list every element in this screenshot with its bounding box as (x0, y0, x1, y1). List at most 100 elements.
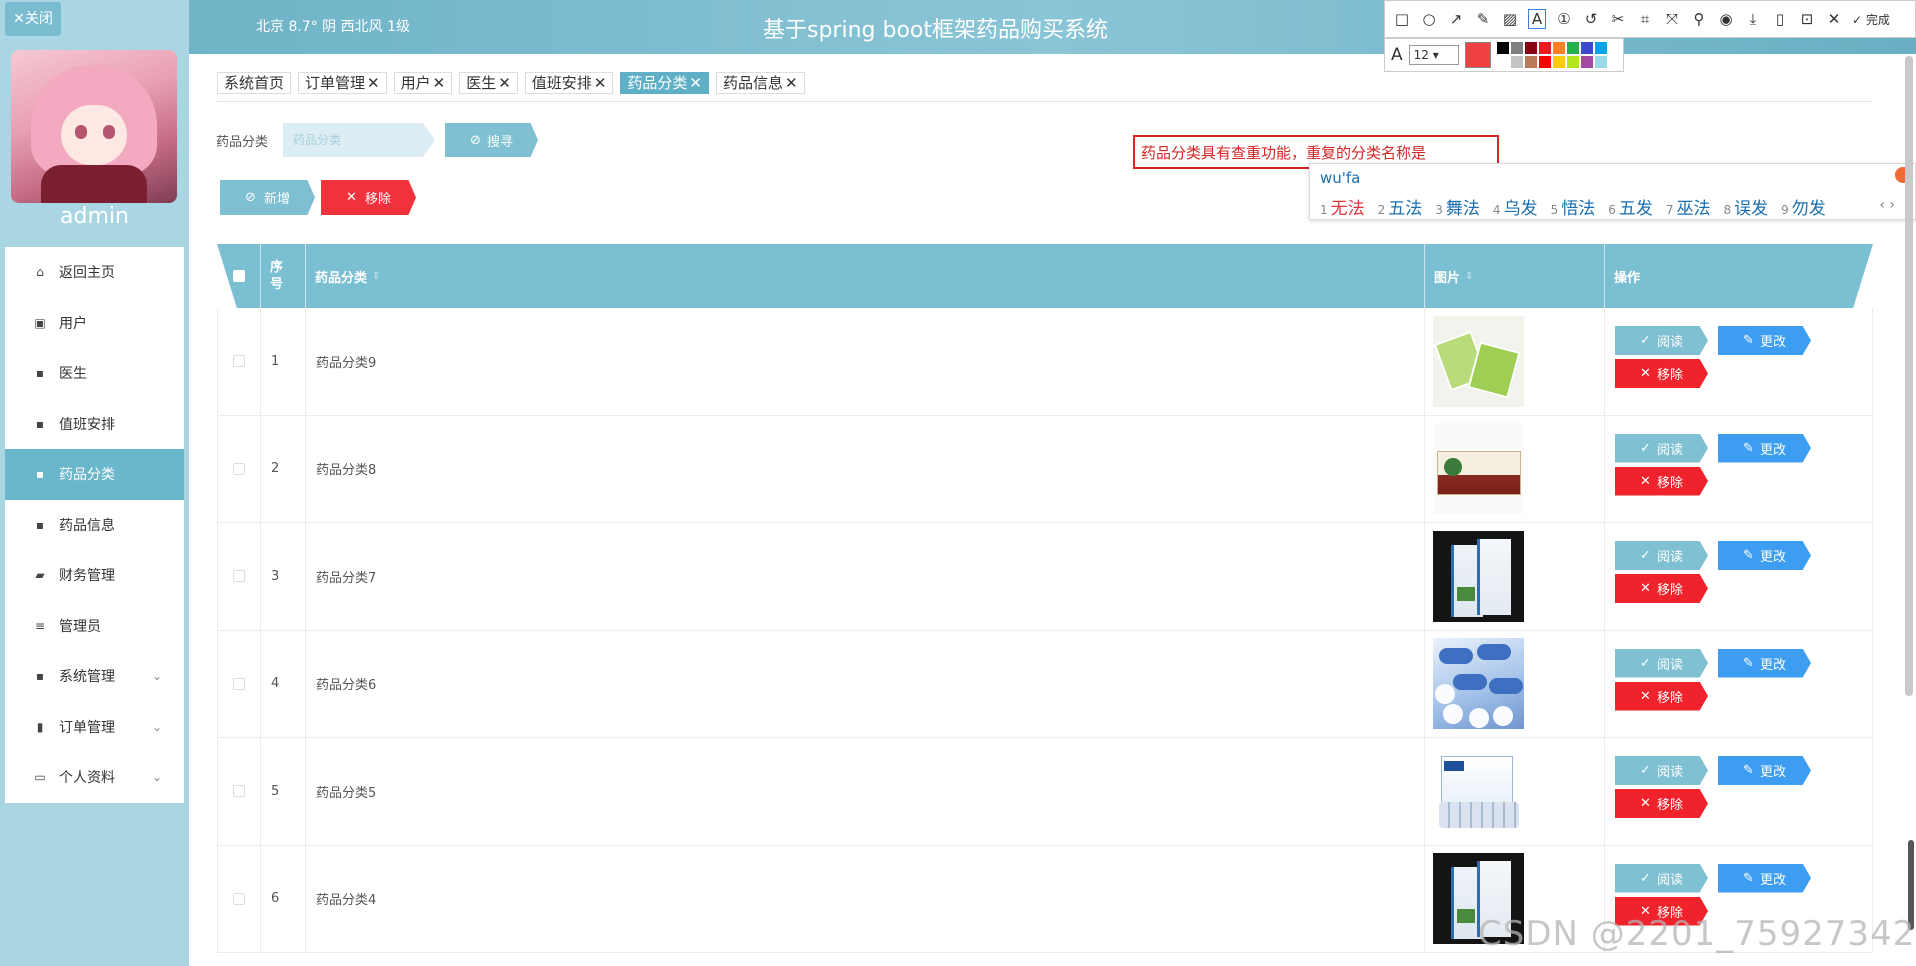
delete-button[interactable]: ✕ 移除 (321, 180, 416, 215)
row-checkbox[interactable] (233, 677, 245, 690)
undo-icon[interactable]: ↺ (1582, 10, 1600, 28)
delete-button[interactable]: ✕ 移除 (1615, 359, 1708, 388)
color-swatch[interactable] (1594, 56, 1607, 68)
mosaic-tool-icon[interactable]: ▨ (1501, 10, 1519, 28)
view-button[interactable]: ✓ 阅读 (1615, 863, 1708, 893)
color-swatch[interactable] (1524, 56, 1537, 68)
sidebar-item-6[interactable]: ▰ 财务管理 (5, 550, 184, 601)
header-image[interactable]: 图片 ⇕ (1425, 244, 1605, 308)
tab-2[interactable]: 用户 ✕ (393, 72, 453, 94)
edit-button[interactable]: ✎ 更改 (1718, 648, 1811, 678)
edit-button[interactable]: ✎ 更改 (1718, 756, 1811, 785)
sort-icon[interactable]: ⇕ (372, 271, 380, 282)
arrow-tool-icon[interactable]: ↗ (1447, 10, 1465, 28)
scissors-icon[interactable]: ✂ (1609, 10, 1627, 28)
cancel-icon[interactable]: ✕ (1825, 10, 1843, 28)
color-swatch[interactable] (1552, 56, 1565, 68)
tab-4[interactable]: 值班安排 ✕ (524, 72, 614, 94)
next-page-icon[interactable]: ‹ › (1879, 197, 1895, 213)
select-all-checkbox[interactable] (232, 270, 245, 282)
phone-icon[interactable]: ▯ (1771, 10, 1789, 28)
ime-candidate[interactable]: 9 勿发 (1781, 194, 1826, 219)
color-swatch[interactable] (1552, 42, 1565, 54)
ime-candidate[interactable]: 6 五发 (1608, 194, 1653, 219)
color-swatch[interactable] (1580, 56, 1593, 68)
close-tab-icon[interactable]: ✕ (594, 74, 607, 92)
ime-candidate[interactable]: 2 五法 (1378, 194, 1423, 219)
row-checkbox[interactable] (233, 570, 245, 583)
edit-button[interactable]: ✎ 更改 (1718, 541, 1811, 570)
chevron-down-icon[interactable]: ⌄ (152, 720, 162, 734)
delete-button[interactable]: ✕ 移除 (1615, 681, 1708, 711)
number-tool-icon[interactable]: ① (1555, 10, 1573, 28)
sidebar-item-8[interactable]: ▪ 系统管理 ⌄ (5, 651, 184, 702)
ellipse-tool-icon[interactable]: ○ (1420, 10, 1438, 28)
search-button[interactable]: ⊘ 搜寻 (445, 123, 538, 157)
sidebar-item-4[interactable]: ▪ 药品分类 (5, 449, 184, 500)
close-tab-icon[interactable]: ✕ (689, 74, 702, 92)
rectangle-tool-icon[interactable]: □ (1393, 10, 1411, 28)
category-search-input[interactable] (283, 123, 435, 157)
view-button[interactable]: ✓ 阅读 (1615, 326, 1708, 355)
sidebar-item-5[interactable]: ▪ 药品信息 (5, 500, 184, 551)
sidebar-item-1[interactable]: ▣ 用户 (5, 298, 184, 349)
close-sidebar-button[interactable]: ✕关闭 (5, 2, 61, 36)
close-tab-icon[interactable]: ✕ (498, 74, 511, 92)
header-select-all[interactable] (217, 244, 261, 308)
view-button[interactable]: ✓ 阅读 (1615, 541, 1708, 570)
font-size-select[interactable]: 12 ▾ (1408, 45, 1459, 65)
sidebar-item-9[interactable]: ▮ 订单管理 ⌄ (5, 702, 184, 753)
tab-5[interactable]: 药品分类 ✕ (620, 72, 709, 94)
sidebar-item-0[interactable]: ⌂ 返回主页 (5, 247, 184, 298)
chevron-down-icon[interactable]: ⌄ (152, 669, 162, 683)
expand-icon[interactable]: ⤧ (1663, 10, 1681, 28)
color-swatch[interactable] (1580, 42, 1593, 54)
edit-button[interactable]: ✎ 更改 (1718, 433, 1811, 463)
text-tool-icon[interactable]: A (1528, 9, 1546, 29)
edit-button[interactable]: ✎ 更改 (1718, 863, 1811, 893)
ime-candidate[interactable]: 5 悟法 (1551, 194, 1596, 219)
color-swatch[interactable] (1524, 42, 1537, 54)
close-tab-icon[interactable]: ✕ (433, 74, 446, 92)
header-category[interactable]: 药品分类 ⇕ (306, 244, 1425, 308)
sidebar-item-3[interactable]: ▪ 值班安排 (5, 399, 184, 450)
medicine-image[interactable] (1433, 315, 1524, 407)
sidebar-item-10[interactable]: ▭ 个人资料 ⌄ (5, 752, 184, 803)
view-button[interactable]: ✓ 阅读 (1615, 648, 1708, 678)
sidebar-item-2[interactable]: ▪ 医生 (5, 348, 184, 399)
tab-6[interactable]: 药品信息 ✕ (715, 72, 805, 94)
view-button[interactable]: ✓ 阅读 (1615, 433, 1708, 463)
color-swatch[interactable] (1566, 42, 1579, 54)
selected-color-swatch[interactable] (1464, 42, 1491, 68)
ime-candidate[interactable]: 4 乌发 (1493, 194, 1538, 219)
chevron-down-icon[interactable]: ⌄ (152, 770, 162, 784)
sidebar-item-7[interactable]: ≡ 管理员 (5, 601, 184, 652)
view-button[interactable]: ✓ 阅读 (1615, 756, 1708, 785)
color-swatch[interactable] (1510, 56, 1523, 68)
record-icon[interactable]: ◉ (1717, 10, 1735, 28)
pen-tool-icon[interactable]: ✎ (1474, 10, 1492, 28)
medicine-image[interactable] (1433, 530, 1524, 622)
medicine-image[interactable] (1433, 745, 1524, 837)
scrollbar[interactable] (1905, 56, 1913, 696)
ime-candidate[interactable]: 3 舞法 (1435, 194, 1480, 219)
color-swatch[interactable] (1538, 56, 1551, 68)
download-icon[interactable]: ⤓ (1744, 10, 1762, 28)
ime-candidate[interactable]: 8 误发 (1723, 194, 1768, 219)
delete-button[interactable]: ✕ 移除 (1615, 789, 1708, 818)
add-button[interactable]: ⊘ 新增 (220, 180, 315, 215)
ime-candidate[interactable]: 7 巫法 (1666, 194, 1711, 219)
color-swatch[interactable] (1496, 42, 1509, 54)
sort-icon[interactable]: ⇕ (1465, 271, 1473, 282)
edit-button[interactable]: ✎ 更改 (1718, 326, 1811, 355)
delete-button[interactable]: ✕ 移除 (1615, 574, 1708, 603)
ocr-icon[interactable]: ⌗ (1636, 10, 1654, 28)
row-checkbox[interactable] (233, 462, 245, 475)
medicine-image[interactable] (1433, 423, 1524, 515)
tab-1[interactable]: 订单管理 ✕ (298, 72, 387, 94)
color-swatch[interactable] (1496, 56, 1509, 68)
color-swatch[interactable] (1566, 56, 1579, 68)
row-checkbox[interactable] (233, 785, 245, 798)
color-swatch[interactable] (1594, 42, 1607, 54)
color-swatch[interactable] (1538, 42, 1551, 54)
